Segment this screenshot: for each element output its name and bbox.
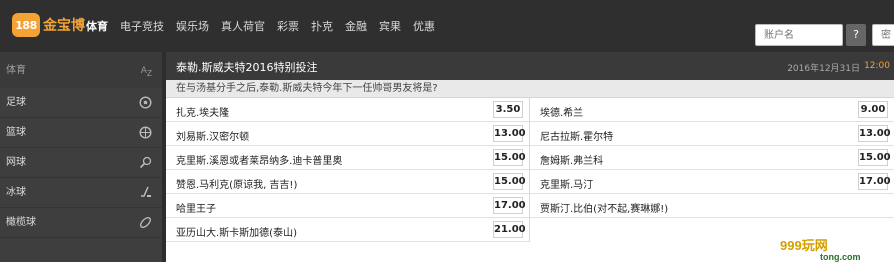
odds-button[interactable]: 13.00	[493, 125, 526, 142]
selection-name: 詹姆斯.弗兰科	[540, 156, 604, 167]
nav-item-esports[interactable]: 电子竞技	[120, 18, 164, 34]
top-navigation-bar: 188 金宝博 体育 电子竞技 娱乐场 真人荷官 彩票 扑克 金融 宾果 优惠 …	[0, 0, 894, 52]
sidebar-item-basketball[interactable]: 篮球	[0, 118, 162, 148]
selection-name: 亚历山大.斯卡斯加德(泰山)	[176, 228, 297, 239]
username-input[interactable]	[755, 24, 843, 46]
sidebar-item-tennis[interactable]: 网球	[0, 148, 162, 178]
nav-item-lottery[interactable]: 彩票	[277, 18, 299, 34]
odds-button[interactable]: 15.00	[858, 149, 891, 166]
odds-button[interactable]: 13.00	[858, 125, 891, 142]
odds-row: 赞恩.马利克(原谅我, 吉吉!) 15.00	[166, 170, 529, 194]
odds-button[interactable]: 9.00	[858, 101, 888, 118]
event-title: 泰勒.斯威夫特2016特别投注	[176, 61, 318, 74]
odds-row: 贾斯汀.比伯(对不起,赛琳娜!)	[530, 194, 894, 218]
odds-button[interactable]: 21.00	[493, 221, 526, 238]
market-question: 在与汤基分手之后,泰勒.斯威夫特今年下一任帅哥男友将是?	[166, 80, 894, 98]
az-sort-icon[interactable]: AZ	[141, 52, 152, 93]
sidebar-item-ice-hockey[interactable]: 冰球	[0, 178, 162, 208]
sidebar-item-label: 篮球	[6, 127, 26, 138]
rugby-ball-icon	[139, 216, 152, 229]
watermark-domain: tong.com	[820, 252, 861, 262]
basketball-icon	[139, 126, 152, 139]
nav-item-finance[interactable]: 金融	[345, 18, 367, 34]
selection-name: 尼古拉斯.霍尔特	[540, 132, 614, 143]
nav-item-sports[interactable]: 体育	[86, 18, 108, 34]
sidebar-item-label: 橄榄球	[6, 217, 36, 228]
odds-row: 埃德.希兰 9.00	[530, 98, 894, 122]
watermark-text: 999玩网	[780, 238, 828, 253]
odds-table: 扎克.埃夫隆 3.50 刘易斯.汉密尔顿 13.00 克里斯.溪恩或者莱昂纳多.…	[166, 98, 894, 242]
sidebar-title: 体育	[6, 65, 26, 76]
logo-text: 金宝博	[43, 18, 85, 34]
selection-name: 贾斯汀.比伯(对不起,赛琳娜!)	[540, 204, 669, 215]
tennis-icon	[139, 156, 152, 169]
nav-item-casino[interactable]: 娱乐场	[176, 18, 209, 34]
sidebar-item-rugby[interactable]: 橄榄球	[0, 208, 162, 238]
selection-name: 埃德.希兰	[540, 108, 584, 119]
site-watermark-logo: 999玩网 tong.com	[776, 236, 894, 262]
selection-name: 刘易斯.汉密尔顿	[176, 132, 250, 143]
selection-name: 哈里王子	[176, 204, 216, 215]
selection-name: 克里斯.溪恩或者莱昂纳多.迪卡普里奥	[176, 156, 343, 167]
selection-name: 克里斯.马汀	[540, 180, 594, 191]
soccer-ball-icon	[139, 96, 152, 109]
sidebar-item-soccer[interactable]: 足球	[0, 88, 162, 118]
help-button[interactable]: ?	[846, 24, 866, 46]
odds-row: 刘易斯.汉密尔顿 13.00	[166, 122, 529, 146]
main-content: 泰勒.斯威夫特2016特别投注 2016年12月31日 12:00 在与汤基分手…	[166, 52, 894, 262]
odds-row: 詹姆斯.弗兰科 15.00	[530, 146, 894, 170]
odds-column-left: 扎克.埃夫隆 3.50 刘易斯.汉密尔顿 13.00 克里斯.溪恩或者莱昂纳多.…	[166, 98, 530, 242]
odds-column-right: 埃德.希兰 9.00 尼古拉斯.霍尔特 13.00 詹姆斯.弗兰科 15.00 …	[530, 98, 894, 242]
selection-name: 扎克.埃夫隆	[176, 108, 230, 119]
odds-button[interactable]: 15.00	[493, 173, 526, 190]
sidebar-item-label: 冰球	[6, 187, 26, 198]
odds-button[interactable]: 17.00	[493, 197, 526, 214]
sports-sidebar: 体育 AZ 足球 篮球 网球 冰球 橄榄球	[0, 52, 162, 262]
odds-button[interactable]: 15.00	[493, 149, 526, 166]
sidebar-header: 体育 AZ	[0, 52, 162, 88]
odds-row: 哈里王子 17.00	[166, 194, 529, 218]
event-date: 2016年12月31日	[787, 64, 860, 74]
logo-badge: 188	[12, 13, 40, 37]
brand-logo[interactable]: 188 金宝博	[12, 12, 85, 38]
event-time: 12:00	[864, 61, 890, 71]
sidebar-item-label: 足球	[6, 97, 26, 108]
ice-hockey-icon	[139, 186, 152, 199]
password-input[interactable]	[872, 24, 894, 46]
event-header: 泰勒.斯威夫特2016特别投注 2016年12月31日 12:00	[166, 52, 894, 80]
odds-row: 克里斯.马汀 17.00	[530, 170, 894, 194]
sidebar-item-label: 网球	[6, 157, 26, 168]
odds-row: 扎克.埃夫隆 3.50	[166, 98, 529, 122]
selection-name: 赞恩.马利克(原谅我, 吉吉!)	[176, 180, 298, 191]
odds-row: 亚历山大.斯卡斯加德(泰山) 21.00	[166, 218, 529, 242]
main-nav: 体育 电子竞技 娱乐场 真人荷官 彩票 扑克 金融 宾果 优惠	[86, 18, 447, 34]
odds-row: 尼古拉斯.霍尔特 13.00	[530, 122, 894, 146]
nav-item-live-dealer[interactable]: 真人荷官	[221, 18, 265, 34]
nav-item-poker[interactable]: 扑克	[311, 18, 333, 34]
nav-item-bingo[interactable]: 宾果	[379, 18, 401, 34]
odds-button[interactable]: 3.50	[493, 101, 523, 118]
odds-button[interactable]: 17.00	[858, 173, 891, 190]
odds-row: 克里斯.溪恩或者莱昂纳多.迪卡普里奥 15.00	[166, 146, 529, 170]
nav-item-promotions[interactable]: 优惠	[413, 18, 435, 34]
